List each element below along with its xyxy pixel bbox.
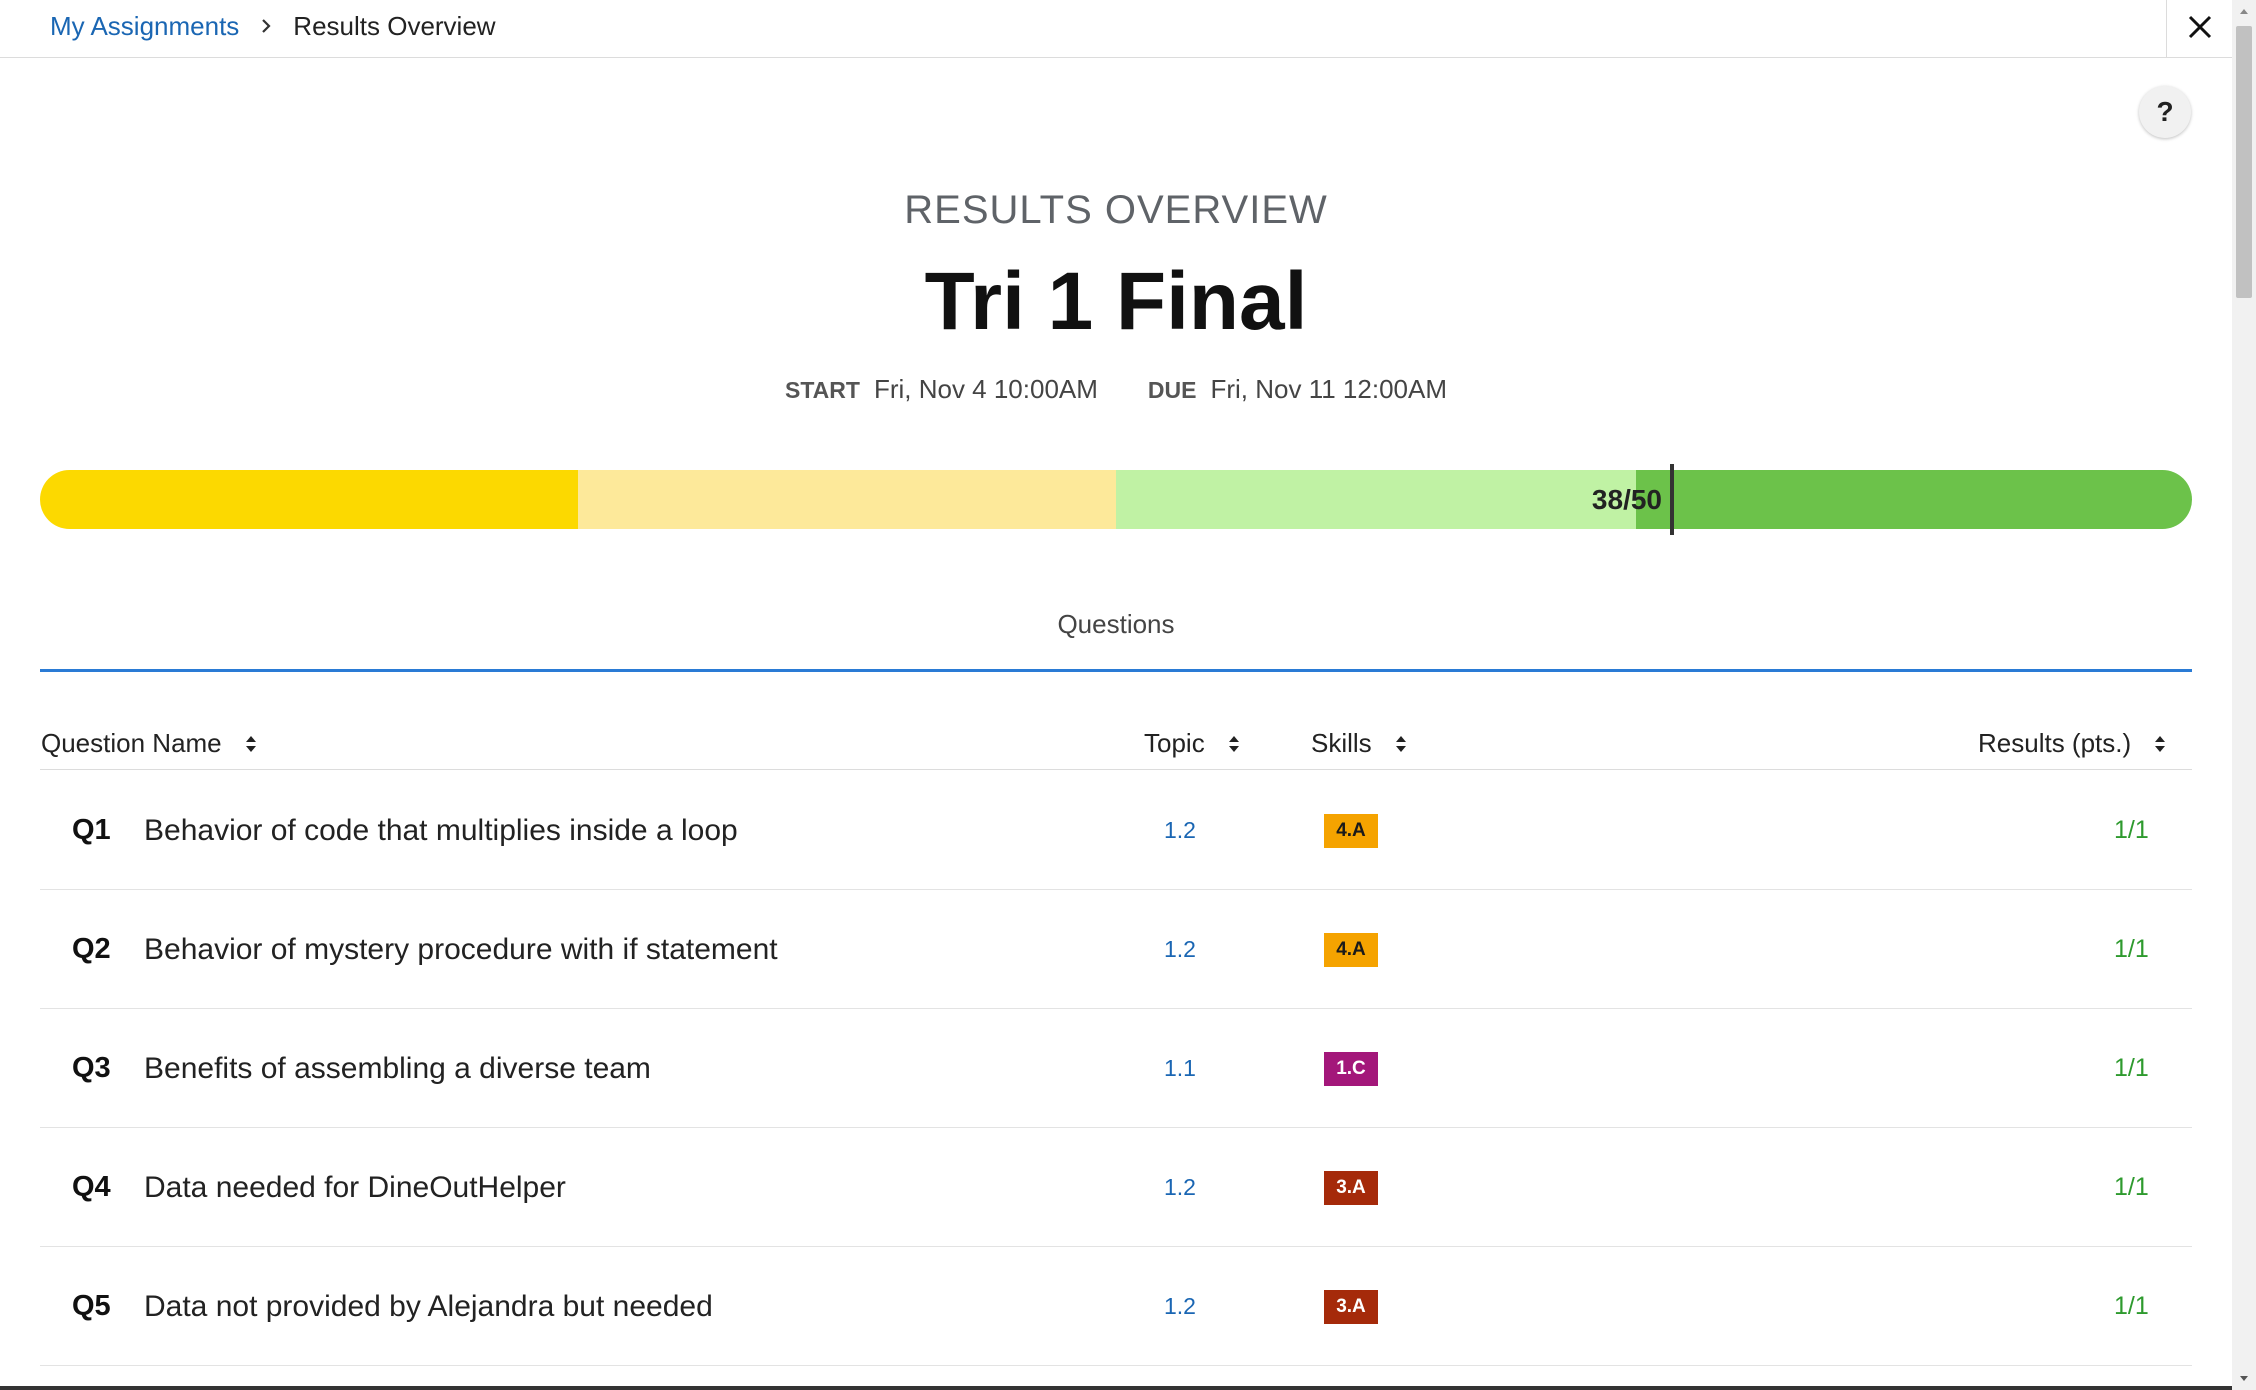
table-row[interactable]: Q4 Data needed for DineOutHelper 1.2 3.A… xyxy=(40,1128,2192,1247)
topic-link[interactable]: 1.2 xyxy=(1164,1128,1196,1247)
breadcrumb: My Assignments Results Overview xyxy=(50,8,496,44)
breadcrumb-my-assignments[interactable]: My Assignments xyxy=(50,11,239,42)
assignment-dates: START Fri, Nov 4 10:00AM DUE Fri, Nov 11… xyxy=(0,374,2232,405)
skill-badge: 1.C xyxy=(1324,1052,1378,1086)
scroll-up-arrow-icon[interactable] xyxy=(2232,0,2256,22)
breadcrumb-current: Results Overview xyxy=(293,10,496,41)
close-button[interactable] xyxy=(2166,0,2232,58)
score-progress-bar xyxy=(40,470,2192,529)
sort-icon xyxy=(1227,732,1241,756)
table-row[interactable]: Q5 Data not provided by Alejandra but ne… xyxy=(40,1247,2192,1366)
page-subtitle: RESULTS OVERVIEW xyxy=(904,188,1328,232)
tab-active-indicator xyxy=(40,669,2192,672)
score-text: 38/50 xyxy=(1591,484,1662,515)
question-name[interactable]: Data needed for DineOutHelper xyxy=(144,1128,566,1247)
result-points: 1/1 xyxy=(2114,1292,2149,1320)
top-bar: My Assignments Results Overview xyxy=(0,0,2232,58)
due-value: Fri, Nov 11 12:00AM xyxy=(1210,374,1447,404)
question-name[interactable]: Benefits of assembling a diverse team xyxy=(144,1009,651,1128)
table-row[interactable]: Q2 Behavior of mystery procedure with if… xyxy=(40,890,2192,1009)
progress-segment-4 xyxy=(1654,470,2192,529)
scrollbar-thumb[interactable] xyxy=(2236,26,2252,298)
topic-link[interactable]: 1.2 xyxy=(1164,890,1196,1009)
sort-icon xyxy=(1394,732,1408,756)
question-number: Q1 xyxy=(72,814,111,846)
question-name[interactable]: Behavior of code that multiplies inside … xyxy=(144,771,738,890)
column-label: Topic xyxy=(1144,728,1205,758)
table-row[interactable]: Q3 Benefits of assembling a diverse team… xyxy=(40,1009,2192,1128)
result-points: 1/1 xyxy=(2114,816,2149,844)
sort-icon xyxy=(244,732,258,756)
tab-questions[interactable]: Questions xyxy=(0,609,2232,640)
result-points: 1/1 xyxy=(2114,1173,2149,1201)
assignment-title: Tri 1 Final xyxy=(924,256,1308,347)
skill-badge: 3.A xyxy=(1324,1290,1378,1324)
question-number: Q3 xyxy=(72,1052,111,1084)
start-label: START xyxy=(784,377,860,403)
scroll-down-arrow-icon[interactable] xyxy=(2232,1368,2256,1390)
start-value: Fri, Nov 4 10:00AM xyxy=(873,374,1098,404)
column-label: Results (pts.) xyxy=(1978,728,2132,758)
progress-segment-2 xyxy=(578,470,1116,529)
column-header-question-name[interactable]: Question Name xyxy=(41,728,258,759)
table-row[interactable]: Q1 Behavior of code that multiplies insi… xyxy=(40,771,2192,890)
table-header: Question Name Topic Skills Results (pts.… xyxy=(40,720,2192,770)
progress-segment-1 xyxy=(40,470,578,529)
question-name[interactable]: Behavior of mystery procedure with if st… xyxy=(144,890,778,1009)
topic-link[interactable]: 1.2 xyxy=(1164,1247,1196,1366)
score-marker xyxy=(1670,464,1674,535)
column-label: Skills xyxy=(1311,728,1372,758)
column-header-skills[interactable]: Skills xyxy=(1311,728,1408,759)
topic-link[interactable]: 1.1 xyxy=(1164,1009,1196,1128)
question-number: Q2 xyxy=(72,933,111,965)
vertical-scrollbar[interactable] xyxy=(2232,0,2256,1390)
window-bottom-edge xyxy=(0,1386,2232,1390)
sort-icon xyxy=(2153,732,2167,756)
topic-link[interactable]: 1.2 xyxy=(1164,771,1196,890)
skill-badge: 4.A xyxy=(1324,814,1378,848)
column-header-results[interactable]: Results (pts.) xyxy=(1978,728,2167,759)
question-number: Q4 xyxy=(72,1171,111,1203)
skill-badge: 4.A xyxy=(1324,933,1378,967)
result-points: 1/1 xyxy=(2114,1054,2149,1082)
skill-badge: 3.A xyxy=(1324,1171,1378,1205)
help-icon: ? xyxy=(2156,96,2174,127)
help-button[interactable]: ? xyxy=(2139,86,2191,138)
result-points: 1/1 xyxy=(2114,935,2149,963)
close-icon xyxy=(2187,14,2213,45)
question-number: Q5 xyxy=(72,1290,111,1322)
column-label: Question Name xyxy=(41,728,222,758)
column-header-topic[interactable]: Topic xyxy=(1144,728,1241,759)
question-name[interactable]: Data not provided by Alejandra but neede… xyxy=(144,1247,713,1366)
chevron-right-icon xyxy=(259,17,273,35)
due-label: DUE xyxy=(1147,377,1197,403)
